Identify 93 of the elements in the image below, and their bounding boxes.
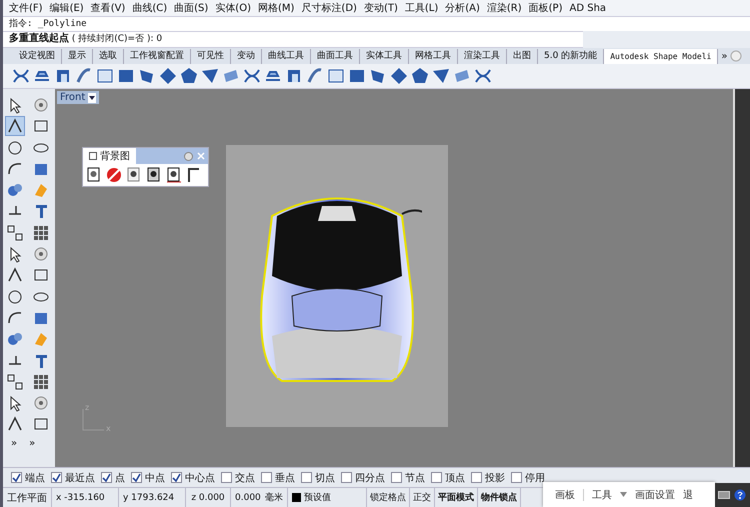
menu-item[interactable]: 变动(T) — [364, 1, 398, 15]
menu-item[interactable]: 编辑(E) — [50, 1, 84, 15]
checkbox-label: 垂点 — [275, 472, 295, 484]
menu-item[interactable]: 曲线(C) — [132, 1, 168, 15]
checkbox-label: 中点 — [145, 472, 165, 484]
tool-icon — [6, 138, 24, 157]
checkbox[interactable] — [511, 472, 522, 483]
checkbox-label: 切点 — [315, 472, 335, 484]
checkbox-label: 最近点 — [65, 472, 95, 484]
toolbar-tab[interactable]: Autodesk Shape Modeli — [604, 48, 718, 64]
checkbox[interactable] — [261, 472, 272, 483]
status-toggle[interactable]: 锁定格点 — [366, 488, 410, 507]
status-toggle[interactable]: 平面模式 — [434, 488, 478, 507]
checkbox-label: 顶点 — [445, 472, 465, 484]
overlay-menu-item[interactable]: 画面设置 — [635, 488, 675, 502]
checkbox[interactable] — [341, 472, 352, 483]
menu-item[interactable]: AD Sha — [570, 2, 606, 14]
panel-tab[interactable]: 背景图 — [83, 148, 136, 164]
checkbox-label: 停用 — [525, 472, 545, 484]
check-icon — [102, 473, 111, 482]
tool-icon — [6, 288, 24, 306]
checkbox-label: 节点 — [405, 472, 425, 484]
overlay-menu-item[interactable]: 工具 — [592, 488, 612, 502]
checkbox[interactable] — [301, 472, 312, 483]
picture-tool-icon[interactable] — [165, 166, 183, 184]
layer-selector[interactable]: 预设值 — [288, 488, 367, 507]
menu-item[interactable]: 渲染(R) — [486, 1, 522, 15]
menu-item[interactable]: 面板(P) — [528, 1, 562, 15]
checkbox[interactable] — [51, 472, 62, 483]
toolbar-tool-icon[interactable] — [158, 66, 178, 86]
menu-item[interactable]: 文件(F) — [9, 1, 43, 15]
checkbox[interactable] — [171, 472, 182, 483]
y-coordinate: y 1793.624 — [119, 488, 186, 507]
more-tabs-button[interactable]: » — [718, 50, 730, 62]
check-icon — [172, 473, 181, 482]
toolbar-tool-icon[interactable] — [179, 66, 199, 86]
expand-toolbar-button[interactable]: » — [11, 438, 18, 449]
help-icon[interactable] — [734, 489, 746, 501]
tool-icon — [6, 224, 24, 242]
menu-item[interactable]: 实体(O) — [215, 1, 251, 15]
axis-icon — [80, 407, 106, 433]
expand-toolbar-button[interactable]: » — [29, 438, 36, 449]
overlay-menu-item[interactable]: 退 — [683, 488, 693, 502]
toolbar-tool-icon[interactable] — [410, 66, 430, 86]
menu-item[interactable]: 曲面(S) — [174, 1, 208, 15]
checkbox-label: 端点 — [25, 472, 45, 484]
tool-icon — [32, 181, 50, 200]
status-toggle[interactable]: 物件锁点 — [478, 488, 521, 507]
tool-button[interactable] — [5, 222, 25, 243]
checkbox[interactable] — [131, 472, 142, 483]
checkbox-label: 交点 — [235, 472, 255, 484]
menu-item[interactable]: 查看(V) — [90, 1, 126, 15]
distance-value: 0.000 — [235, 492, 261, 502]
checkbox[interactable] — [221, 472, 232, 483]
menu-item[interactable]: 工具(L) — [404, 1, 438, 15]
tool-icon — [6, 372, 24, 391]
checkbox-label: 四分点 — [355, 472, 385, 484]
caret-icon — [620, 492, 627, 497]
tool-icon — [32, 224, 50, 242]
status-toggle[interactable]: 正交 — [410, 488, 435, 507]
checkbox[interactable] — [471, 472, 482, 483]
command-history: 指令: _Polyline — [3, 16, 750, 31]
overlay-menu-item[interactable]: 画板 — [555, 488, 575, 502]
tool-icon — [32, 394, 50, 412]
checkbox[interactable] — [101, 472, 112, 483]
dropdown-caret-icon[interactable] — [88, 92, 96, 102]
units-label: 毫米 — [264, 491, 283, 504]
viewport-tab[interactable]: Front — [57, 91, 100, 104]
check-icon — [52, 473, 61, 482]
tool-icon — [32, 372, 50, 391]
x-coordinate: x -315.160 — [52, 488, 119, 507]
checkbox-label: 中心点 — [185, 472, 215, 484]
checkbox[interactable] — [391, 472, 402, 483]
tool-button[interactable] — [5, 116, 25, 136]
checkbox-label: 点 — [115, 472, 125, 484]
tool-button[interactable] — [5, 372, 25, 392]
check-icon — [132, 473, 141, 482]
menu-item[interactable]: 网格(M) — [258, 1, 294, 15]
tool-icon — [32, 96, 50, 114]
tool-icon — [32, 245, 50, 264]
checkbox-label: 投影 — [485, 472, 505, 484]
checkbox[interactable] — [431, 472, 442, 483]
menu-item[interactable]: 尺寸标注(D) — [301, 1, 357, 15]
check-icon — [12, 473, 21, 482]
settings-icon[interactable] — [184, 152, 193, 160]
toolbar-tool-icon[interactable] — [389, 66, 409, 86]
tool-icon — [32, 330, 50, 348]
command-prompt-field[interactable]: 多重直线起点 ( 持续封闭(C)=否 ): 0 — [3, 31, 583, 48]
cplane-label: 工作平面 — [3, 488, 52, 507]
panel-icon — [89, 152, 97, 160]
checkbox[interactable] — [11, 472, 22, 483]
menu-item[interactable]: 分析(A) — [445, 1, 480, 15]
z-coordinate: z 0.000 — [186, 488, 231, 507]
